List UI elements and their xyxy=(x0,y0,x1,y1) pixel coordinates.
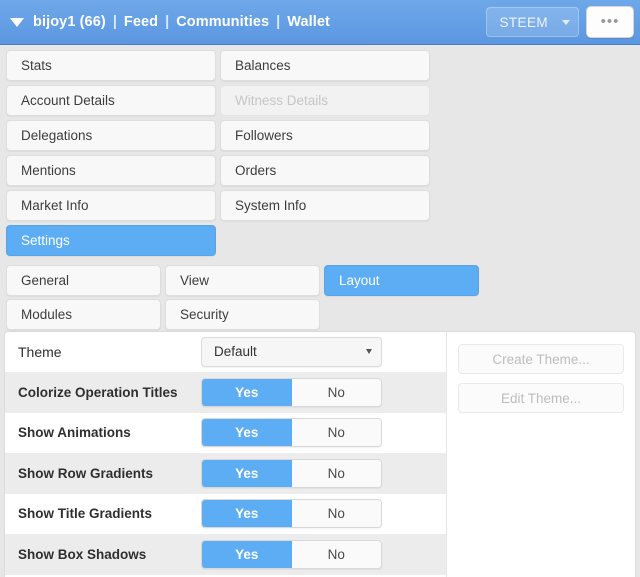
tab-market-info[interactable]: Market Info xyxy=(6,190,216,221)
subtab-layout[interactable]: Layout xyxy=(324,265,479,296)
tab-system-info[interactable]: System Info xyxy=(220,190,430,221)
nav-separator: | xyxy=(165,14,170,30)
setting-row-show-title-gradients: Show Title Gradients Yes No xyxy=(5,494,446,535)
setting-row-colorize-operation-titles: Colorize Operation Titles Yes No xyxy=(5,372,446,413)
tab-cell: Witness Details xyxy=(220,85,430,116)
subtab-cell xyxy=(324,299,479,330)
setting-row-show-row-gradients: Show Row Gradients Yes No xyxy=(5,453,446,494)
tab-cell xyxy=(220,225,430,256)
subtab-empty xyxy=(324,299,479,330)
toggle-colorize-operation-titles-no[interactable]: No xyxy=(291,378,381,406)
subtab-general[interactable]: General xyxy=(6,265,161,296)
tab-cell: Mentions xyxy=(6,155,216,186)
subtab-view[interactable]: View xyxy=(165,265,320,296)
setting-label-show-title-gradients: Show Title Gradients xyxy=(18,506,153,522)
caret-down-icon[interactable] xyxy=(10,17,24,27)
setting-row-show-box-shadows: Show Box Shadows Yes No xyxy=(5,534,446,575)
toggle-show-row-gradients: Yes No xyxy=(201,458,382,488)
toggle-show-title-gradients: Yes No xyxy=(201,499,382,529)
tab-cell: Delegations xyxy=(6,120,216,151)
tab-settings[interactable]: Settings xyxy=(6,225,216,256)
account-link[interactable]: bijoy1 (66) xyxy=(33,14,106,30)
setting-row-show-animations: Show Animations Yes No xyxy=(5,413,446,454)
overflow-menu-label: ••• xyxy=(600,13,620,30)
chain-selector[interactable]: STEEM xyxy=(486,7,579,37)
theme-actions-pane: Create Theme... Edit Theme... xyxy=(447,332,635,577)
app-header: bijoy1 (66) | Feed | Communities | Walle… xyxy=(0,0,640,45)
edit-theme-button[interactable]: Edit Theme... xyxy=(458,383,624,413)
setting-label-colorize-operation-titles: Colorize Operation Titles xyxy=(18,384,178,400)
tab-cell: System Info xyxy=(220,190,430,221)
nav-separator: | xyxy=(112,14,117,30)
subtab-cell: Modules xyxy=(6,299,161,330)
setting-row-theme: Theme Default xyxy=(5,332,446,373)
tab-stats[interactable]: Stats xyxy=(6,50,216,81)
setting-control-show-box-shadows: Yes No xyxy=(201,539,446,569)
theme-dropdown[interactable]: Default xyxy=(201,336,382,367)
tab-cell: Settings xyxy=(6,225,216,256)
tab-orders[interactable]: Orders xyxy=(220,155,430,186)
tab-cell: Account Details xyxy=(6,85,216,116)
nav-separator: | xyxy=(276,14,281,30)
tab-witness-details: Witness Details xyxy=(220,85,430,116)
nav-wallet-link[interactable]: Wallet xyxy=(287,14,330,30)
setting-control-show-title-gradients: Yes No xyxy=(201,499,446,529)
setting-label-theme: Theme xyxy=(18,343,62,360)
subtab-cell: Layout xyxy=(324,265,479,296)
nav-communities-link[interactable]: Communities xyxy=(176,14,269,30)
header-nav: bijoy1 (66) | Feed | Communities | Walle… xyxy=(10,14,486,30)
tab-balances[interactable]: Balances xyxy=(220,50,430,81)
toggle-show-title-gradients-yes[interactable]: Yes xyxy=(202,500,292,528)
toggle-show-animations-no[interactable]: No xyxy=(291,419,381,447)
chevron-down-icon xyxy=(366,349,372,355)
toggle-show-box-shadows: Yes No xyxy=(201,539,382,569)
tab-empty xyxy=(220,225,430,256)
tab-followers[interactable]: Followers xyxy=(220,120,430,151)
settings-row-list: Theme Default Colorize Operation Titles Y… xyxy=(5,332,447,577)
subtab-cell: View xyxy=(165,265,320,296)
tab-cell: Market Info xyxy=(6,190,216,221)
main-tab-grid: Stats Balances Account Details Witness Deta… xyxy=(0,45,640,260)
subtab-security[interactable]: Security xyxy=(165,299,320,330)
toggle-show-row-gradients-no[interactable]: No xyxy=(291,459,381,487)
tab-cell: Followers xyxy=(220,120,430,151)
tab-account-details[interactable]: Account Details xyxy=(6,85,216,116)
setting-control-theme: Default xyxy=(201,336,446,367)
layout-settings-panel: Theme Default Colorize Operation Titles Y… xyxy=(4,331,636,577)
tab-cell: Balances xyxy=(220,50,430,81)
toggle-colorize-operation-titles: Yes No xyxy=(201,377,382,407)
setting-control-show-animations: Yes No xyxy=(201,418,446,448)
subtab-cell: Security xyxy=(165,299,320,330)
toggle-show-box-shadows-no[interactable]: No xyxy=(291,540,381,568)
toggle-show-animations: Yes No xyxy=(201,418,382,448)
toggle-colorize-operation-titles-yes[interactable]: Yes xyxy=(202,378,292,406)
header-controls: STEEM ••• xyxy=(486,6,634,38)
tab-mentions[interactable]: Mentions xyxy=(6,155,216,186)
setting-control-show-row-gradients: Yes No xyxy=(201,458,446,488)
toggle-show-box-shadows-yes[interactable]: Yes xyxy=(202,540,292,568)
overflow-menu-button[interactable]: ••• xyxy=(586,6,634,38)
subtab-modules[interactable]: Modules xyxy=(6,299,161,330)
toggle-show-animations-yes[interactable]: Yes xyxy=(202,419,292,447)
theme-dropdown-value: Default xyxy=(214,344,257,360)
setting-label-show-row-gradients: Show Row Gradients xyxy=(18,465,154,481)
chevron-down-icon xyxy=(562,19,570,25)
tab-delegations[interactable]: Delegations xyxy=(6,120,216,151)
chain-selector-value: STEEM xyxy=(499,14,548,30)
create-theme-button[interactable]: Create Theme... xyxy=(458,344,624,374)
toggle-show-row-gradients-yes[interactable]: Yes xyxy=(202,459,292,487)
tab-cell: Orders xyxy=(220,155,430,186)
setting-label-show-box-shadows: Show Box Shadows xyxy=(18,546,147,562)
nav-feed-link[interactable]: Feed xyxy=(124,14,158,30)
setting-label-show-animations: Show Animations xyxy=(18,425,131,441)
subtab-cell: General xyxy=(6,265,161,296)
setting-control-colorize-operation-titles: Yes No xyxy=(201,377,446,407)
settings-subtab-bar: General View Layout Modules Security xyxy=(4,265,636,330)
toggle-show-title-gradients-no[interactable]: No xyxy=(291,500,381,528)
tab-cell: Stats xyxy=(6,50,216,81)
